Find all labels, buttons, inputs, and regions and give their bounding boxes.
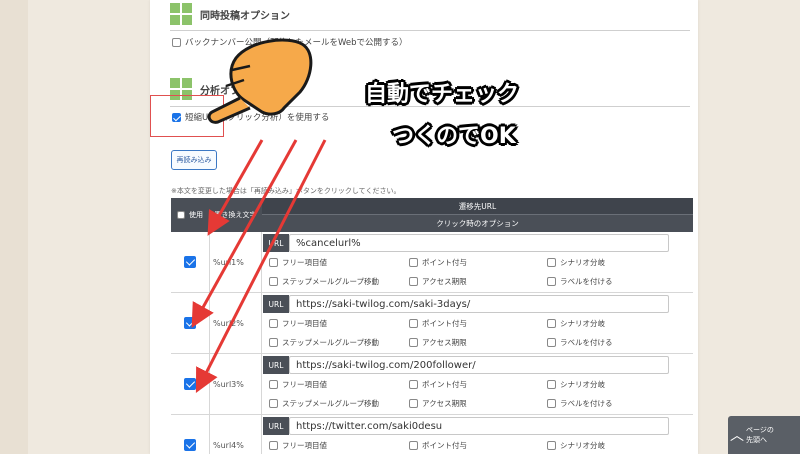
back-to-top-line1: ページの (746, 426, 774, 434)
chevron-up-icon: ︿ (730, 428, 744, 444)
back-to-top-line2: 先頭へ (746, 436, 767, 444)
back-to-top-button[interactable]: ︿ ページの 先頭へ (728, 416, 800, 454)
arrow-to-row3 (195, 139, 327, 394)
back-to-top-label: ページの 先頭へ (746, 425, 774, 445)
overlay-line1: 自動でチェック (365, 82, 520, 107)
pointing-hand-icon (207, 38, 313, 124)
annotation-arrows (191, 38, 327, 394)
overlay-line2: つくのでOK (392, 124, 516, 149)
